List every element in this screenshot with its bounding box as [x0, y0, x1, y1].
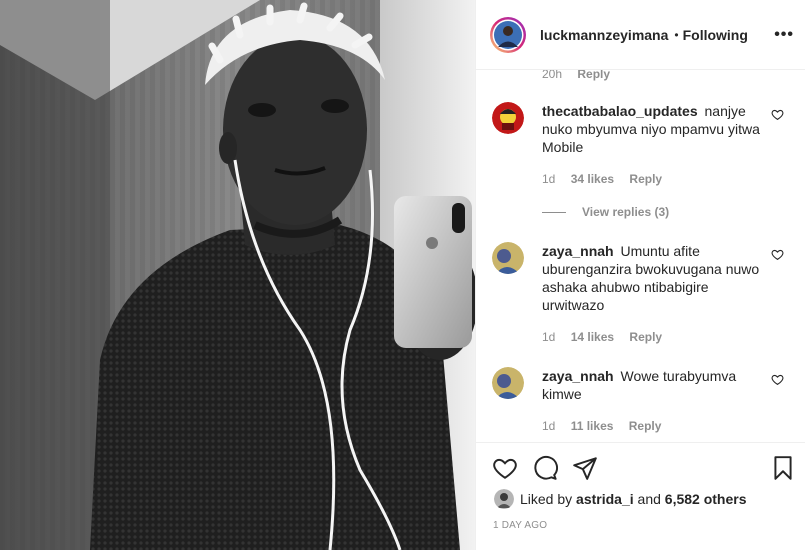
commenter-avatar[interactable] — [492, 242, 524, 274]
post-photo — [0, 0, 475, 550]
post-author-avatar[interactable] — [489, 16, 527, 54]
header-separator: • — [674, 27, 679, 42]
reply-button[interactable]: Reply — [629, 330, 662, 344]
comment-text-block: thecatbabalao_updates nanjye nuko mbyumv… — [542, 102, 760, 156]
post-details-panel: luckmannzeyimana • Following ••• 20h Rep… — [475, 0, 805, 550]
view-replies-button[interactable]: View replies (3) — [542, 205, 669, 219]
comment-time: 1d — [542, 172, 556, 186]
view-replies-label: View replies (3) — [582, 205, 670, 219]
liked-by-others[interactable]: 6,582 others — [665, 491, 747, 507]
post-action-bar — [476, 442, 805, 494]
comment-time: 1d — [542, 419, 556, 433]
share-icon[interactable] — [572, 455, 598, 481]
comment-likes[interactable]: 14 likes — [571, 330, 614, 344]
comment-time: 1d — [542, 330, 556, 344]
comment-time: 20h — [542, 70, 563, 81]
liked-by-user[interactable]: astrida_i — [576, 491, 634, 507]
comment-likes[interactable]: 11 likes — [571, 419, 614, 433]
following-button[interactable]: Following — [683, 27, 748, 43]
more-options-icon[interactable]: ••• — [774, 26, 794, 44]
comment-username[interactable]: zaya_nnah — [542, 243, 614, 259]
heart-icon[interactable] — [492, 455, 518, 481]
previous-comment-meta: 20h Reply — [542, 70, 610, 81]
post-author-username[interactable]: luckmannzeyimana — [540, 27, 668, 43]
comment-likes[interactable]: 34 likes — [571, 172, 614, 186]
comment-icon[interactable] — [532, 455, 558, 481]
heart-outline-icon[interactable] — [771, 373, 784, 386]
post-timestamp[interactable]: 1 DAY AGO — [493, 520, 547, 531]
commenter-avatar[interactable] — [492, 102, 524, 134]
commenter-avatar[interactable] — [492, 367, 524, 399]
reply-button[interactable]: Reply — [577, 70, 610, 81]
divider-line — [542, 211, 566, 213]
liker-avatar[interactable] — [494, 489, 514, 509]
comment-text-block: zaya_nnah Wowe turabyumva kimwe — [542, 367, 760, 403]
liked-by-connector: and — [637, 491, 661, 507]
comment-meta: 1d 11 likes Reply — [542, 419, 673, 433]
comment-username[interactable]: thecatbabalao_updates — [542, 103, 698, 119]
heart-outline-icon[interactable] — [771, 108, 784, 121]
reply-button[interactable]: Reply — [629, 172, 662, 186]
reply-button[interactable]: Reply — [629, 419, 662, 433]
comments-list[interactable]: 20h Reply thecatbabalao_updates nanjye n… — [476, 70, 805, 442]
comment-meta: 1d 34 likes Reply — [542, 172, 674, 186]
heart-outline-icon[interactable] — [771, 248, 784, 261]
comment-text-block: zaya_nnah Umuntu afite uburenganzira bwo… — [542, 242, 760, 314]
liked-by-summary: Liked by astrida_i and 6,582 others — [494, 489, 747, 509]
comment-meta: 1d 14 likes Reply — [542, 330, 674, 344]
bookmark-icon[interactable] — [770, 455, 796, 481]
post-header: luckmannzeyimana • Following ••• — [476, 0, 805, 70]
comment-username[interactable]: zaya_nnah — [542, 368, 614, 384]
liked-by-prefix: Liked by — [520, 491, 573, 507]
